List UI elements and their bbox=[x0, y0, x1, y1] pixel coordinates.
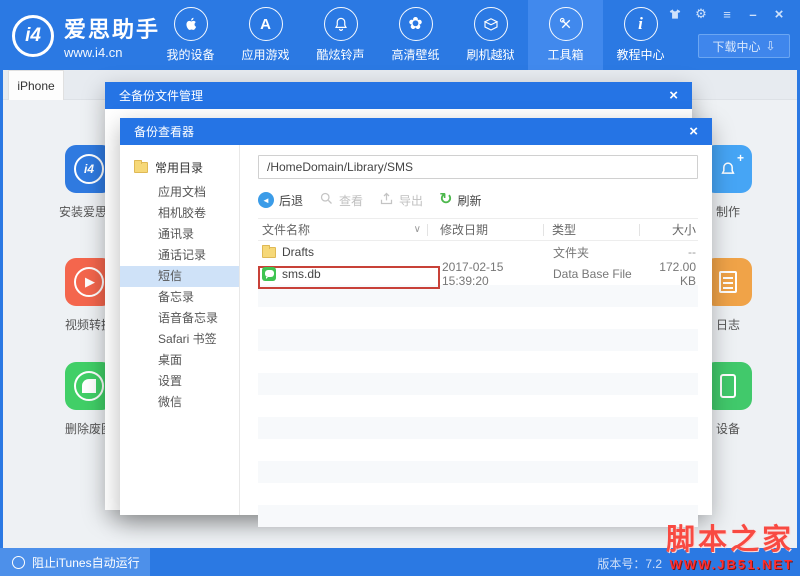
appstore-icon: A bbox=[249, 7, 283, 41]
col-size[interactable]: 大小 bbox=[640, 221, 698, 238]
chevron-down-icon[interactable]: ∨ bbox=[414, 224, 421, 235]
info-icon: i bbox=[624, 7, 658, 41]
backup-manager-titlebar: 全备份文件管理 × bbox=[105, 82, 692, 109]
tab-iphone[interactable]: iPhone bbox=[8, 70, 64, 100]
window-controls: ⚙ ≡ – × bbox=[668, 7, 786, 21]
view-label: 查看 bbox=[339, 192, 363, 209]
sidebar-item-wechat[interactable]: 微信 bbox=[120, 392, 239, 413]
radio-circle-icon bbox=[12, 556, 25, 569]
col-modified-date[interactable]: 修改日期 bbox=[428, 221, 543, 238]
table-header-row: 文件名称 ∨ 修改日期 类型 大小 bbox=[258, 218, 698, 241]
back-arrow-icon: ◄ bbox=[258, 192, 274, 208]
sidebar-item-app-docs[interactable]: 应用文档 bbox=[120, 182, 239, 203]
file-date: 2017-02-15 15:39:20 bbox=[430, 260, 545, 288]
sidebar-item-desktop[interactable]: 桌面 bbox=[120, 350, 239, 371]
path-input[interactable]: /HomeDomain/Library/SMS bbox=[258, 155, 698, 179]
file-type: Data Base File bbox=[545, 267, 640, 281]
col-filename[interactable]: 文件名称 bbox=[262, 221, 310, 238]
header: i4 爱思助手 www.i4.cn 我的设备 A 应用游戏 酷炫铃声 bbox=[0, 0, 800, 70]
backup-manager-title: 全备份文件管理 bbox=[119, 87, 203, 104]
sidebar-item-contacts[interactable]: 通讯录 bbox=[120, 224, 239, 245]
nav-wallpapers[interactable]: ✿ 高清壁纸 bbox=[378, 0, 453, 70]
brand-name: 爱思助手 bbox=[64, 12, 160, 44]
toolbox-icon bbox=[549, 7, 583, 41]
file-size: 172.00 KB bbox=[640, 260, 698, 288]
download-icon: ⇩ bbox=[765, 39, 775, 53]
i4-logo: i4 bbox=[12, 15, 54, 57]
sidebar-item-sms[interactable]: 短信 bbox=[120, 266, 239, 287]
sidebar-item-settings[interactable]: 设置 bbox=[120, 371, 239, 392]
status-bar: 阻止iTunes自动运行 版本号：7.2 bbox=[0, 548, 800, 576]
col-type[interactable]: 类型 bbox=[544, 221, 639, 238]
file-pane: /HomeDomain/Library/SMS ◄ 后退 查看 bbox=[240, 145, 712, 515]
file-size: -- bbox=[640, 245, 698, 259]
backup-viewer-dialog: 备份查看器 × 常用目录 应用文档 相机胶卷 通讯录 通话记录 短信 备忘录 语… bbox=[120, 118, 712, 515]
settings-gear-icon[interactable]: ⚙ bbox=[694, 7, 708, 21]
magnifier-icon bbox=[319, 191, 334, 209]
refresh-button[interactable]: ↻ 刷新 bbox=[439, 192, 481, 209]
nav-app-games[interactable]: A 应用游戏 bbox=[228, 0, 303, 70]
logo-text: i4 bbox=[25, 25, 41, 47]
close-icon[interactable]: × bbox=[772, 7, 786, 21]
nav-ringtones[interactable]: 酷炫铃声 bbox=[303, 0, 378, 70]
sidebar-item-notes[interactable]: 备忘录 bbox=[120, 287, 239, 308]
directory-sidebar: 常用目录 应用文档 相机胶卷 通讯录 通话记录 短信 备忘录 语音备忘录 Saf… bbox=[120, 145, 240, 515]
nav-label: 工具箱 bbox=[547, 46, 583, 63]
nav-label: 高清壁纸 bbox=[391, 46, 439, 63]
export-button[interactable]: 导出 bbox=[379, 191, 423, 209]
refresh-icon: ↻ bbox=[439, 192, 452, 208]
sidebar-root-common-dirs[interactable]: 常用目录 bbox=[120, 155, 239, 182]
sidebar-item-camera-roll[interactable]: 相机胶卷 bbox=[120, 203, 239, 224]
nav-my-devices[interactable]: 我的设备 bbox=[153, 0, 228, 70]
view-button[interactable]: 查看 bbox=[319, 191, 363, 209]
nav-label: 我的设备 bbox=[166, 46, 214, 63]
file-toolbar: ◄ 后退 查看 导出 bbox=[258, 188, 698, 212]
wallpaper-icon: ✿ bbox=[399, 7, 433, 41]
sidebar-item-safari-bookmarks[interactable]: Safari 书签 bbox=[120, 329, 239, 350]
download-center-label: 下载中心 bbox=[712, 38, 760, 55]
folder-icon bbox=[134, 162, 148, 173]
file-type: 文件夹 bbox=[545, 244, 640, 261]
back-button[interactable]: ◄ 后退 bbox=[258, 192, 303, 209]
apple-icon bbox=[174, 7, 208, 41]
nav-label: 酷炫铃声 bbox=[316, 46, 364, 63]
bell-icon bbox=[324, 7, 358, 41]
sidebar-item-voice-memos[interactable]: 语音备忘录 bbox=[120, 308, 239, 329]
nav-label: 刷机越狱 bbox=[466, 46, 514, 63]
main-nav: 我的设备 A 应用游戏 酷炫铃声 ✿ 高清壁纸 刷机越狱 bbox=[153, 0, 678, 70]
file-table: 文件名称 ∨ 修改日期 类型 大小 Drafts bbox=[258, 218, 698, 527]
back-label: 后退 bbox=[279, 192, 303, 209]
table-row-sms-db[interactable]: sms.db 2017-02-15 15:39:20 Data Base Fil… bbox=[258, 263, 698, 285]
nav-label: 教程中心 bbox=[616, 46, 664, 63]
export-icon bbox=[379, 191, 394, 209]
nav-tutorials[interactable]: i 教程中心 bbox=[603, 0, 678, 70]
export-label: 导出 bbox=[399, 192, 423, 209]
minimize-icon[interactable]: – bbox=[746, 7, 760, 21]
block-itunes-label: 阻止iTunes自动运行 bbox=[32, 554, 140, 571]
close-icon[interactable]: × bbox=[669, 88, 678, 103]
refresh-label: 刷新 bbox=[457, 192, 481, 209]
jailbreak-box-icon bbox=[474, 7, 508, 41]
file-name: sms.db bbox=[282, 267, 321, 281]
folder-icon bbox=[262, 247, 276, 258]
main-menu-icon[interactable]: ≡ bbox=[720, 7, 734, 21]
nav-jailbreak[interactable]: 刷机越狱 bbox=[453, 0, 528, 70]
nav-toolbox[interactable]: 工具箱 bbox=[528, 0, 603, 70]
sidebar-root-label: 常用目录 bbox=[155, 159, 203, 176]
block-itunes-toggle[interactable]: 阻止iTunes自动运行 bbox=[0, 548, 150, 576]
brand: i4 爱思助手 www.i4.cn bbox=[12, 12, 160, 60]
version-label: 版本号：7.2 bbox=[597, 555, 662, 572]
backup-viewer-titlebar: 备份查看器 × bbox=[120, 118, 712, 145]
theme-shirt-icon[interactable] bbox=[668, 7, 682, 21]
empty-rows bbox=[258, 285, 698, 527]
download-center-button[interactable]: 下载中心 ⇩ bbox=[698, 34, 790, 58]
sidebar-item-call-log[interactable]: 通话记录 bbox=[120, 245, 239, 266]
backup-viewer-title: 备份查看器 bbox=[134, 123, 194, 140]
brand-url: www.i4.cn bbox=[64, 45, 160, 60]
nav-label: 应用游戏 bbox=[241, 46, 289, 63]
messages-icon bbox=[262, 267, 276, 281]
close-icon[interactable]: × bbox=[689, 124, 698, 139]
file-name: Drafts bbox=[282, 245, 314, 259]
app-window: i4 爱思助手 www.i4.cn 我的设备 A 应用游戏 酷炫铃声 bbox=[0, 0, 800, 576]
